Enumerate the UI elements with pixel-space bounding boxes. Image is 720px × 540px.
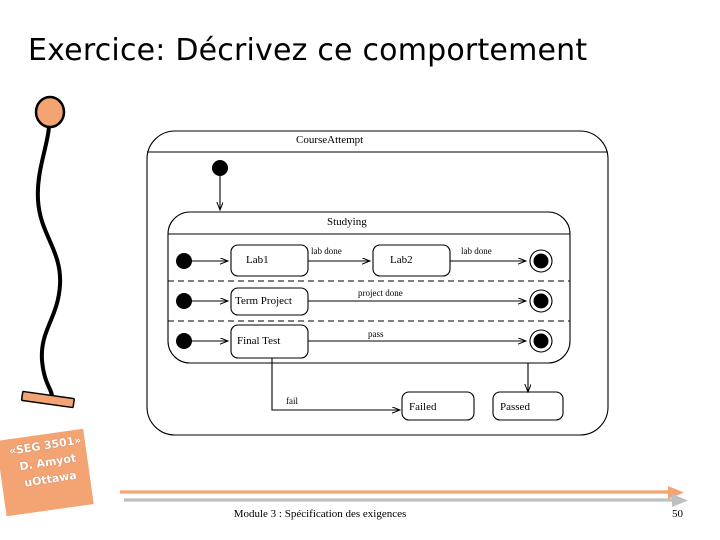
state-label-passed: Passed xyxy=(500,401,530,413)
state-label-failed: Failed xyxy=(409,401,437,413)
state-label-lab1: Lab1 xyxy=(246,254,269,266)
region-exam xyxy=(176,324,553,359)
transition-label-project-done: project done xyxy=(358,288,403,298)
final-state-labs xyxy=(529,249,553,273)
decorative-squiggle xyxy=(20,95,75,409)
transition-label-pass: pass xyxy=(368,329,384,339)
initial-state-course-attempt xyxy=(212,160,228,210)
state-label-lab2: Lab2 xyxy=(390,254,413,266)
squiggle-foot-bar xyxy=(20,390,75,409)
state-lab1 xyxy=(230,244,309,277)
state-label-term-project: Term Project xyxy=(235,295,292,307)
state-machine-diagram xyxy=(20,95,688,507)
state-label-course-attempt: CourseAttempt xyxy=(296,134,364,146)
state-course-attempt[interactable] xyxy=(146,130,609,436)
initial-state-labs xyxy=(176,253,192,269)
squiggle-head-circle xyxy=(34,95,66,129)
initial-state-project xyxy=(176,293,192,309)
region-labs xyxy=(176,244,553,277)
transition-label-lab-done-1: lab done xyxy=(311,246,342,256)
slide-canvas: Exercice: Décrivez ce comportement Cours… xyxy=(0,0,720,540)
footer-arrow-orange xyxy=(120,486,684,499)
transition-label-fail: fail xyxy=(286,396,298,406)
initial-state-exam xyxy=(176,333,192,349)
state-label-studying: Studying xyxy=(327,216,367,228)
transition-label-lab-done-2: lab done xyxy=(461,246,492,256)
final-state-project xyxy=(529,289,553,313)
page-number: 50 xyxy=(672,508,683,520)
final-state-exam xyxy=(529,329,553,353)
footer-module-label: Module 3 : Spécification des exigences xyxy=(233,508,407,520)
state-label-final-test: Final Test xyxy=(237,335,281,347)
footer-arrow-gray xyxy=(124,494,688,507)
